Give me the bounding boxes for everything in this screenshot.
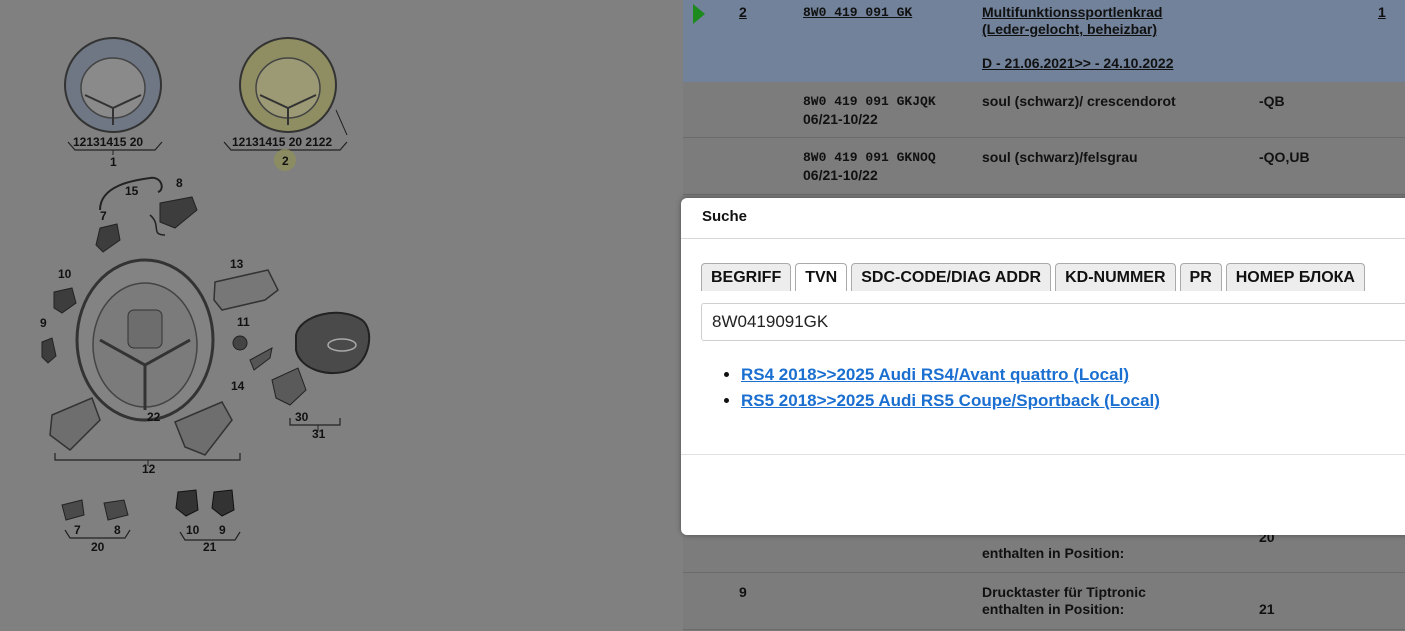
parts-diagram: 12131415 20 1 12131415 20 2122 2 15 8 7 … [0,0,683,631]
position-number: 2 [739,4,747,20]
list-item: RS5 2018>>2025 Audi RS5 Coupe/Sportback … [741,388,1160,414]
callout-bottom-10[interactable]: 10 [186,523,200,537]
callout-13[interactable]: 13 [230,257,244,271]
list-item: RS4 2018>>2025 Audi RS4/Avant quattro (L… [741,362,1160,388]
callout-7[interactable]: 7 [100,209,107,223]
part-number[interactable]: 8W0 419 091 GKNOQ [803,149,936,166]
callout-10[interactable]: 10 [58,267,72,281]
dialog-header: Suche [681,198,1405,239]
table-row[interactable]: 8W0 419 091 GKNOQ 06/21-10/22 soul (schw… [683,138,1405,195]
callout-15[interactable]: 15 [125,184,139,198]
callout-group-2: 12131415 20 2122 [232,135,332,149]
callout-22[interactable]: 22 [147,410,161,424]
play-arrow-icon[interactable] [693,4,705,24]
main-steering-wheel-image [75,258,215,422]
callout-1[interactable]: 1 [110,155,117,169]
part-number[interactable]: 8W0 419 091 GKJQK [803,93,936,110]
callout-2[interactable]: 2 [282,154,289,168]
callout-8[interactable]: 8 [176,176,183,190]
part-date-range: D - 21.06.2021>> - 24.10.2022 [982,55,1174,71]
callout-bottom-9[interactable]: 9 [219,523,226,537]
pr-code: -QO,UB [1259,149,1310,165]
part-date: 06/21-10/22 [803,111,878,127]
part-date: 06/21-10/22 [803,167,878,183]
search-tabs: BEGRIFF TVN SDC-CODE/DIAG ADDR KD-NUMMER PR Н… [701,263,1369,291]
tab-nomer-bloka[interactable]: НОМЕР БЛОКА [1225,263,1365,291]
table-row-selected[interactable]: 2 8W0 419 091 GK Multifunktionssportlenk… [683,0,1405,83]
part-description-line2: (Leder-gelocht, beheizbar) [982,21,1158,37]
table-row[interactable]: enthalten in Position: 20 [683,529,1405,573]
quantity: 1 [1378,4,1386,20]
callout-bottom-8[interactable]: 8 [114,523,121,537]
tab-pr[interactable]: PR [1179,263,1222,291]
position-number: 9 [739,584,747,600]
steering-wheel-2-image[interactable] [239,37,337,133]
table-row[interactable]: 8W0 419 091 GKJQK 06/21-10/22 soul (schw… [683,82,1405,138]
callout-30[interactable]: 30 [295,410,309,424]
callout-11[interactable]: 11 [237,315,250,329]
search-results: RS4 2018>>2025 Audi RS4/Avant quattro (L… [719,362,1160,414]
callout-group-1: 12131415 20 [73,135,143,149]
dialog-title: Suche [702,208,748,225]
search-input[interactable] [701,303,1405,341]
part-description-line2: enthalten in Position: [982,601,1125,617]
pr-code: -QB [1259,93,1285,109]
callout-31[interactable]: 31 [312,427,326,441]
exploded-view-drawing: 12131415 20 1 12131415 20 2122 2 15 8 7 … [40,37,371,554]
search-dialog: Suche BEGRIFF TVN SDC-CODE/DIAG ADDR KD-NUM… [681,198,1405,535]
pr-code: 21 [1259,601,1275,617]
callout-9[interactable]: 9 [40,316,47,330]
table-row[interactable]: 9 Drucktaster für Tiptronic enthalten in… [683,573,1405,630]
part-number[interactable]: 8W0 419 091 GK [803,4,912,21]
tab-sdc-code[interactable]: SDC-CODE/DIAG ADDR [851,263,1052,291]
tab-begriff[interactable]: BEGRIFF [701,263,792,291]
dialog-footer-divider [681,454,1405,455]
callout-12[interactable]: 12 [142,462,156,476]
part-description-line1: Drucktaster für Tiptronic [982,584,1146,600]
callout-21[interactable]: 21 [203,540,217,554]
part-description: soul (schwarz)/ crescendorot [982,93,1176,109]
tab-kd-nummer[interactable]: KD-NUMMER [1055,263,1176,291]
result-link-rs5[interactable]: RS5 2018>>2025 Audi RS5 Coupe/Sportback … [741,391,1160,410]
callout-20[interactable]: 20 [91,540,105,554]
part-description: enthalten in Position: [982,545,1125,561]
part-description-line1: Multifunktionssportlenkrad [982,4,1163,20]
callout-bottom-7[interactable]: 7 [74,523,81,537]
tab-tvn[interactable]: TVN [795,263,848,291]
result-link-rs4[interactable]: RS4 2018>>2025 Audi RS4/Avant quattro (L… [741,365,1129,384]
callout-14[interactable]: 14 [231,379,245,393]
steering-wheel-1-image[interactable] [64,37,162,133]
part-description: soul (schwarz)/felsgrau [982,149,1138,165]
